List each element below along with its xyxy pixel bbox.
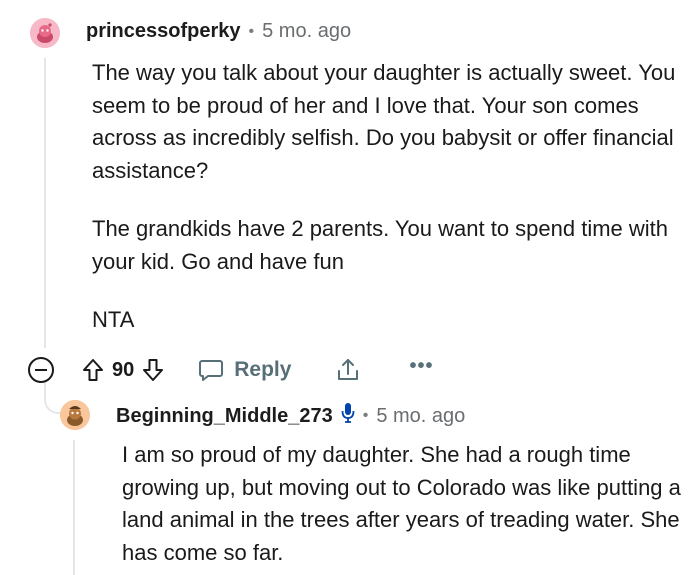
microphone-icon (341, 402, 355, 430)
reply-username[interactable]: Beginning_Middle_273 (116, 405, 333, 428)
share-button[interactable] (335, 357, 361, 383)
comment-action-bar: 90 Reply ••• (28, 350, 433, 390)
separator-dot: • (248, 22, 255, 40)
share-upload-icon (338, 359, 359, 380)
comment-paragraph: The grandkids have 2 parents. You want t… (92, 216, 669, 274)
collapse-thread-button[interactable] (28, 357, 54, 383)
upvote-arrow-icon (83, 359, 103, 381)
comment-header: princessofperky • 5 mo. ago (86, 20, 351, 43)
comment-paragraph: The way you talk about your daughter is … (92, 60, 676, 183)
separator-dot: • (362, 407, 369, 424)
speech-bubble-icon (199, 360, 224, 381)
reply-label: Reply (234, 358, 292, 381)
vote-controls: 90 (82, 358, 164, 382)
more-ellipsis-icon: ••• (409, 355, 434, 377)
downvote-button[interactable] (142, 358, 164, 382)
vote-score: 90 (112, 358, 135, 381)
snoo-avatar-orange-icon (60, 400, 90, 430)
comment-body: The way you talk about your daughter is … (92, 57, 692, 363)
reply-timestamp[interactable]: 5 mo. ago (376, 405, 465, 428)
user-avatar[interactable] (30, 18, 60, 48)
timestamp[interactable]: 5 mo. ago (262, 20, 351, 43)
collapse-minus-icon (35, 369, 47, 371)
username[interactable]: princessofperky (86, 20, 241, 43)
more-options-button[interactable]: ••• (409, 356, 433, 376)
thread-line (44, 58, 46, 348)
upvote-button[interactable] (82, 358, 104, 382)
comment-paragraph: NTA (92, 307, 135, 332)
reply-button[interactable]: Reply (198, 358, 291, 382)
comment-paragraph: I am so proud of my daughter. She had a … (122, 442, 681, 565)
reply-comment-header: Beginning_Middle_273 • 5 mo. ago (116, 402, 465, 430)
reply-user-avatar[interactable] (60, 400, 90, 430)
downvote-arrow-icon (143, 359, 164, 381)
reply-comment-body: I am so proud of my daughter. She had a … (122, 439, 692, 569)
reply-thread-line (73, 440, 75, 575)
snoo-avatar-pink-icon (30, 18, 60, 48)
